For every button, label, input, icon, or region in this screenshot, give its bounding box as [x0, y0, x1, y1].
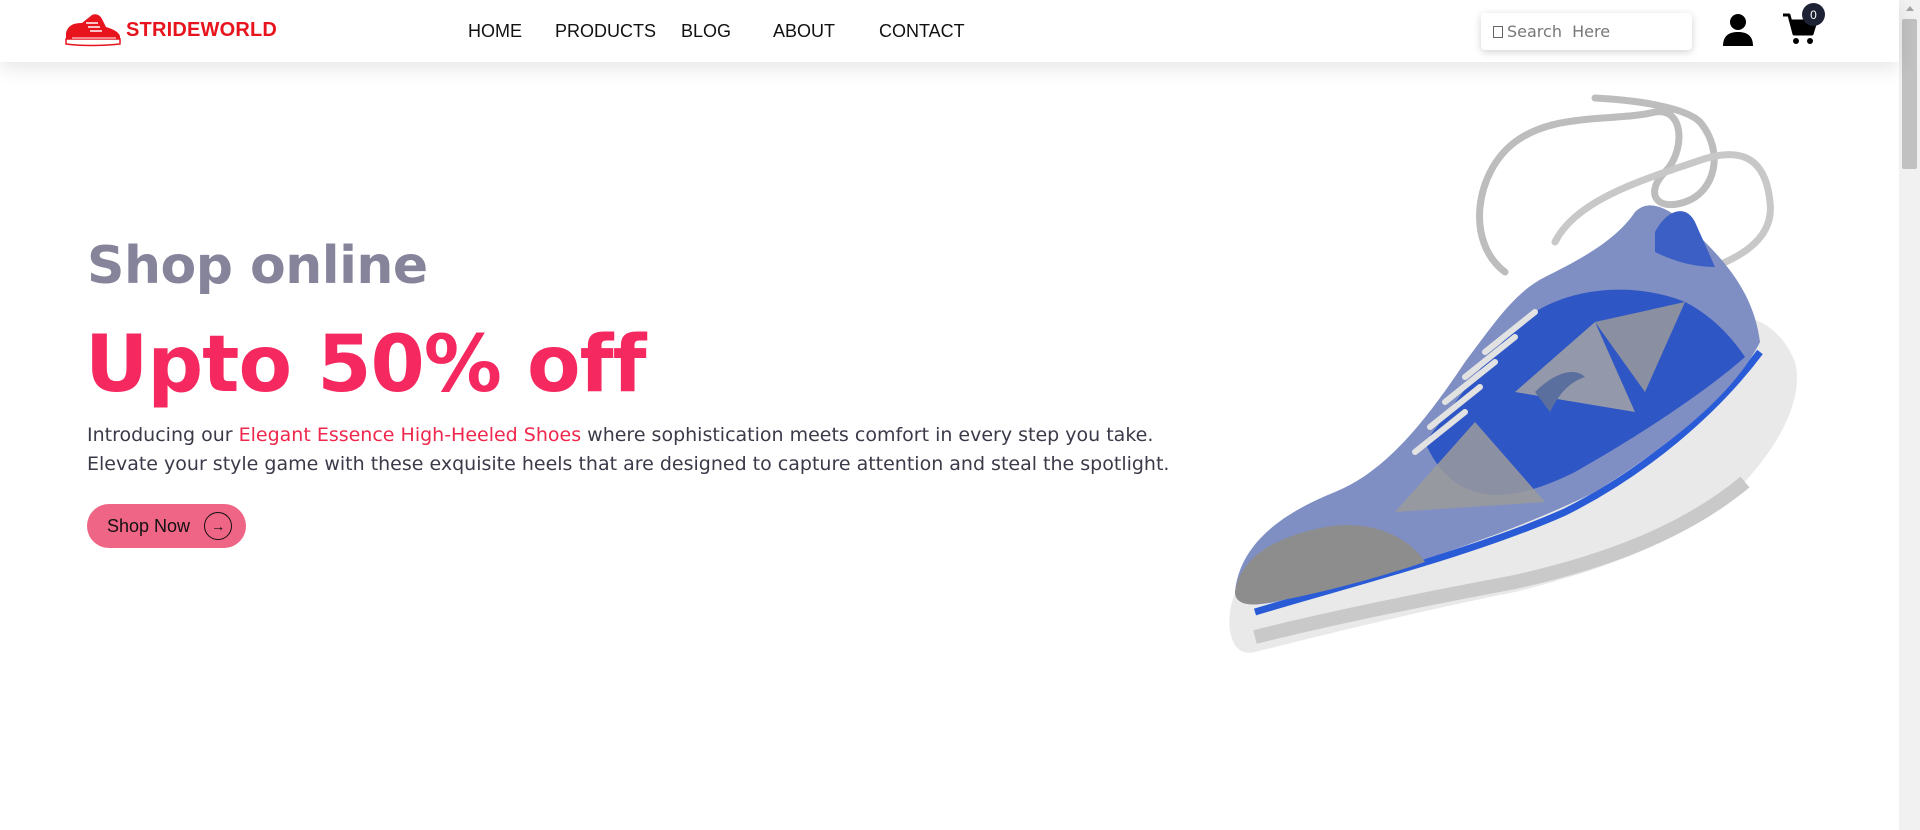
search-input[interactable]	[1507, 22, 1677, 41]
nav-contact[interactable]: CONTACT	[879, 21, 965, 42]
brand-name: STRIDEWORLD	[126, 18, 278, 41]
hero-subtitle: Shop online	[87, 236, 428, 296]
search-box[interactable]	[1481, 13, 1692, 50]
sneaker-product-image	[1229, 94, 1797, 653]
sneaker-logo-icon	[65, 14, 121, 47]
page-scrollbar[interactable]	[1899, 0, 1920, 830]
nav-blog[interactable]: BLOG	[681, 21, 731, 42]
brand-logo[interactable]: STRIDEWORLD	[62, 10, 277, 50]
hero-desc-product[interactable]: Elegant Essence High-Heeled Shoes	[239, 424, 582, 446]
search-icon	[1493, 25, 1503, 38]
arrow-right-circle-icon: →	[204, 512, 233, 540]
user-icon[interactable]	[1722, 13, 1754, 51]
scroll-up-arrow-icon[interactable]	[1899, 0, 1920, 17]
hero-desc-before: Introducing our	[87, 424, 239, 446]
cart-count-badge: 0	[1802, 3, 1825, 26]
scrollbar-thumb[interactable]	[1902, 19, 1917, 169]
nav-home[interactable]: HOME	[468, 21, 522, 42]
shop-now-button[interactable]: Shop Now →	[87, 504, 246, 548]
nav-about[interactable]: ABOUT	[773, 21, 835, 42]
site-header: STRIDEWORLD HOME PRODUCTS BLOG ABOUT CON…	[0, 0, 1899, 62]
nav-products[interactable]: PRODUCTS	[555, 21, 656, 42]
shop-now-label: Shop Now	[107, 515, 191, 536]
hero-description: Introducing our Elegant Essence High-Hee…	[87, 421, 1207, 479]
hero-title: Upto 50% off	[85, 320, 647, 410]
